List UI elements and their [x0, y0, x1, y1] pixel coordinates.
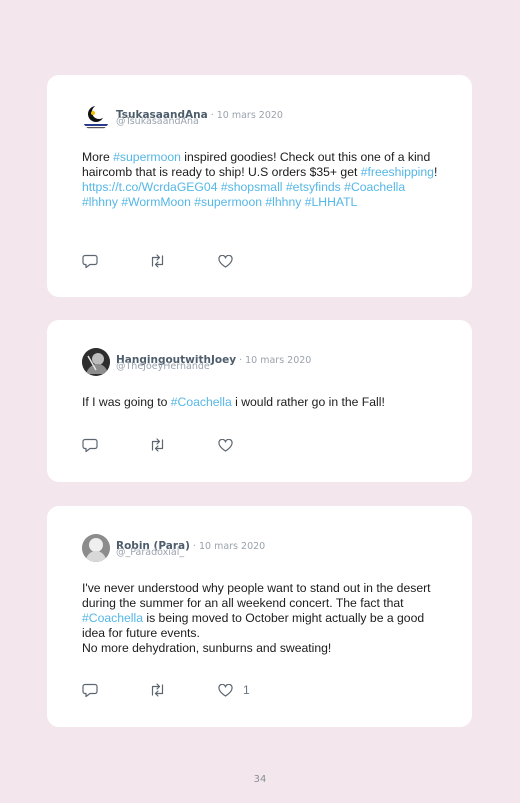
like-icon: [218, 683, 233, 697]
reply-button[interactable]: [82, 437, 98, 453]
retweet-button[interactable]: [149, 253, 166, 269]
hashtag-link[interactable]: #lhhny: [82, 195, 118, 209]
tweet-card: Robin (Para) · 10 mars 2020 @_Paradoxial…: [47, 506, 472, 727]
like-button[interactable]: [218, 253, 243, 269]
tweet-actions: [82, 253, 342, 269]
separator: ·: [189, 541, 199, 552]
tweet-card: HangingoutwithJoey · 10 mars 2020 @TheJo…: [47, 320, 472, 482]
tweet-text-segment: More: [82, 150, 114, 164]
hashtag-link[interactable]: #lhhny: [265, 195, 301, 209]
hashtag-link[interactable]: #LHHATL: [305, 195, 358, 209]
reply-icon: [82, 438, 98, 452]
retweet-button[interactable]: [149, 437, 166, 453]
like-button[interactable]: 1: [218, 682, 250, 698]
tweet-text: I've never understood why people want to…: [82, 581, 442, 656]
hashtag-link[interactable]: #freeshipping: [361, 165, 434, 179]
tweet-text: If I was going to #Coachella i would rat…: [82, 395, 442, 410]
tweet-text-segment: [405, 180, 408, 194]
reply-icon: [82, 683, 98, 697]
reply-icon: [82, 254, 98, 268]
avatar[interactable]: [82, 103, 110, 131]
author-handle[interactable]: @_Paradoxial_: [116, 547, 184, 558]
tweet-text-segment: i would rather go in the Fall!: [231, 395, 385, 409]
hashtag-link[interactable]: #Coachella: [82, 611, 143, 625]
tweet-text-segment: I've never understood why people want to…: [82, 581, 434, 610]
tweet-actions: 1: [82, 682, 342, 698]
retweet-button[interactable]: [149, 682, 166, 698]
retweet-icon: [151, 254, 164, 268]
reply-button[interactable]: [82, 253, 98, 269]
tweet-text-segment: If I was going to: [82, 395, 171, 409]
hashtag-link[interactable]: #shopsmall: [221, 180, 283, 194]
hashtag-link[interactable]: #supermoon: [194, 195, 262, 209]
author-handle[interactable]: @TsukasaandAna: [116, 116, 199, 127]
hashtag-link[interactable]: #Coachella: [171, 395, 232, 409]
tweet-card: TsukasaandAna · 10 mars 2020 @Tsukasaand…: [47, 75, 472, 297]
retweet-icon: [151, 438, 164, 452]
tweet-date[interactable]: 10 mars 2020: [217, 110, 283, 121]
avatar[interactable]: [82, 348, 110, 376]
tweet-date[interactable]: 10 mars 2020: [199, 541, 265, 552]
hashtag-link[interactable]: #supermoon: [113, 150, 181, 164]
separator: ·: [236, 355, 246, 366]
like-count: 1: [243, 683, 250, 697]
hashtag-link[interactable]: #etsyfinds: [286, 180, 341, 194]
tweet-text-segment: !: [433, 165, 441, 179]
hashtag-link[interactable]: https://t.co/WcrdaGEG04: [82, 180, 217, 194]
avatar[interactable]: [82, 534, 110, 562]
like-icon: [218, 254, 233, 268]
tweet-text: More #supermoon inspired goodies! Check …: [82, 150, 442, 210]
separator: ·: [207, 110, 217, 121]
tweet-date[interactable]: 10 mars 2020: [245, 355, 311, 366]
page-number: 34: [253, 774, 267, 785]
like-button[interactable]: [218, 437, 243, 453]
author-handle[interactable]: @TheJoeyHernande: [116, 361, 210, 372]
retweet-icon: [151, 683, 164, 697]
reply-button[interactable]: [82, 682, 98, 698]
hashtag-link[interactable]: #Coachella: [344, 180, 405, 194]
like-icon: [218, 438, 233, 452]
tweet-actions: [82, 437, 342, 453]
hashtag-link[interactable]: #WormMoon: [121, 195, 191, 209]
